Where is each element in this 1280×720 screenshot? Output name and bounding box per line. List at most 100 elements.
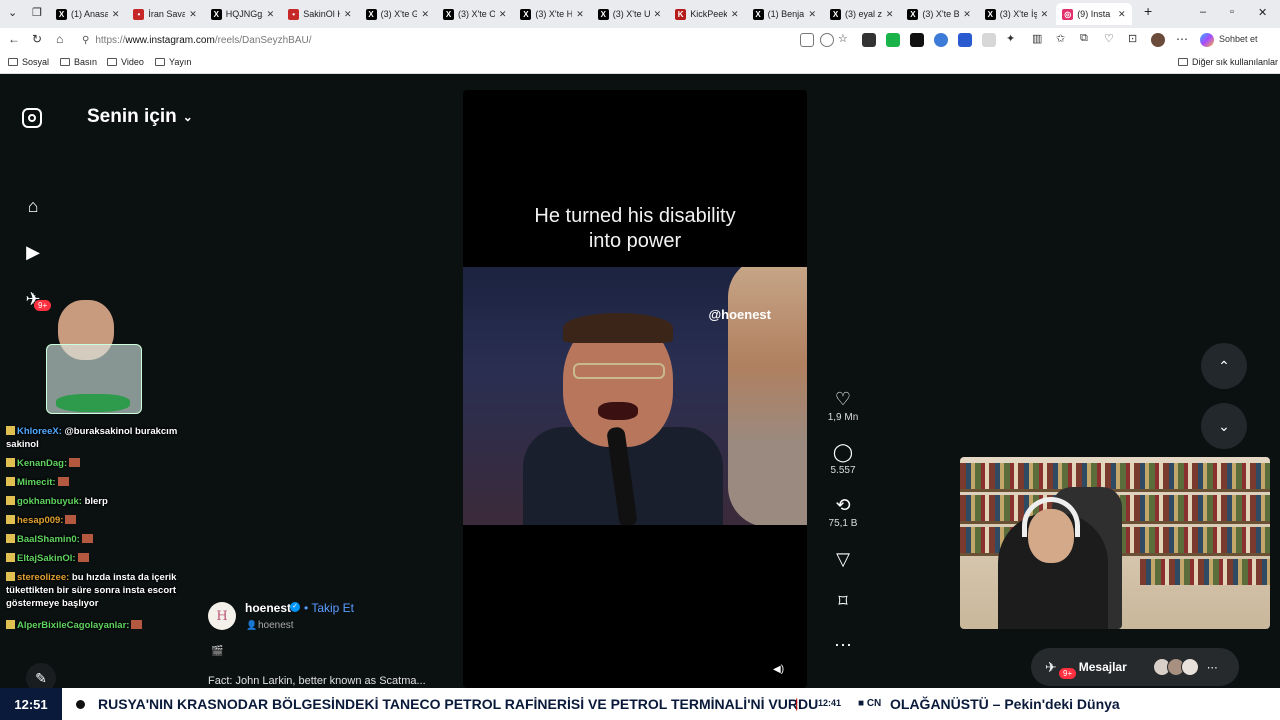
tab-title: (3) X'te İşl — [999, 9, 1037, 19]
url-prefix: https:// — [95, 34, 126, 46]
workspaces-icon[interactable]: ❐ — [32, 6, 42, 19]
browser-tab[interactable]: X(1) Benjam✕ — [747, 3, 822, 25]
close-tab-icon[interactable]: ✕ — [886, 9, 894, 20]
close-tab-icon[interactable]: ✕ — [963, 9, 971, 20]
url-field[interactable]: ⚲ https://www.instagram.com/reels/DanSey… — [76, 30, 856, 50]
tab-title: (1) Anasayfa — [71, 9, 108, 19]
extension-ext4-icon[interactable] — [934, 33, 948, 47]
chat-emote-icon — [77, 553, 89, 562]
browser-essentials-icon[interactable]: ♡ — [1104, 32, 1114, 45]
browser-tab[interactable]: X (3) eyal za ✕ — [824, 3, 899, 25]
like-button[interactable]: ♡ 1,9 Mn — [826, 388, 860, 423]
chat-emote-icon — [131, 620, 143, 629]
browser-tab[interactable]: X (3) X'te Ole ✕ — [437, 3, 512, 25]
chat-message: Mimecit: — [6, 476, 182, 489]
favorites-icon[interactable]: ✩ — [1056, 32, 1065, 45]
previous-reel-button[interactable]: ⌃ — [1201, 343, 1247, 389]
browser-tab[interactable]: X(3) X'te Gid✕ — [360, 3, 435, 25]
bookmark-label: Diğer sık kullanılanlar — [1192, 57, 1279, 67]
follow-button[interactable]: • Takip Et — [304, 601, 354, 615]
app-install-icon[interactable] — [800, 33, 814, 47]
chat-username: hesap009: — [17, 515, 64, 526]
split-screen-icon[interactable]: ▥ — [1032, 32, 1042, 45]
chat-badge-icon — [6, 572, 15, 581]
save-button[interactable]: ⌑ — [826, 590, 860, 612]
maximize-button[interactable]: ▫ — [1230, 6, 1234, 18]
chat-emote-icon — [65, 515, 77, 524]
home-icon[interactable]: ⌂ — [56, 32, 63, 46]
author-name[interactable]: hoenest — [245, 601, 291, 615]
bookmark-label: Video — [121, 57, 144, 67]
reel-video[interactable]: He turned his disability into power @hoe… — [463, 90, 807, 688]
comment-button[interactable]: ◯ 5.557 — [826, 441, 860, 476]
back-arrow-icon[interactable]: ← — [8, 32, 20, 46]
close-tab-icon[interactable]: ✕ — [499, 9, 507, 20]
minimize-button[interactable]: – — [1200, 6, 1206, 18]
tab-title: HQJNGgXf — [225, 9, 263, 19]
close-window-button[interactable]: ✕ — [1258, 6, 1267, 19]
messages-button[interactable]: ✈ 9+ Mesajlar ⋯ — [1031, 648, 1239, 686]
browser-tab[interactable]: X (1) Anasayfa ✕ — [50, 3, 125, 25]
close-tab-icon[interactable]: ✕ — [576, 9, 584, 20]
profile-avatar[interactable] — [1151, 33, 1165, 47]
volume-icon[interactable]: ◀) — [773, 664, 789, 680]
screenshot-icon[interactable]: ⊡ — [1128, 32, 1137, 45]
extension-ext3-icon[interactable] — [910, 33, 924, 47]
other-bookmarks-folder[interactable]: Diğer sık kullanılanlar — [1178, 57, 1278, 67]
close-tab-icon[interactable]: ✕ — [112, 9, 120, 20]
close-tab-icon[interactable]: ✕ — [1118, 9, 1126, 20]
reels-icon[interactable]: ▶ — [22, 241, 44, 263]
copilot-icon[interactable] — [1200, 33, 1214, 47]
browser-tab[interactable]: X(3) X'te Ben✕ — [901, 3, 976, 25]
favorite-star-icon[interactable]: ☆ — [838, 32, 848, 45]
repost-button[interactable]: ⟲ 75,1 B — [826, 494, 860, 529]
tab-title: (3) X'te His — [535, 9, 573, 19]
author-audio-label[interactable]: hoenest — [258, 620, 294, 631]
browser-tab[interactable]: X(3) X'te His✕ — [514, 3, 589, 25]
instagram-logo-icon[interactable] — [22, 108, 42, 128]
chat-message: EltajSakinOl: — [6, 552, 182, 565]
bookmark-folder-yayin[interactable]: Yayın — [155, 57, 191, 67]
extension-ext1-icon[interactable] — [862, 33, 876, 47]
more-options-button[interactable]: ⋯ — [826, 634, 860, 656]
zoom-icon[interactable] — [820, 33, 834, 47]
close-tab-icon[interactable]: ✕ — [731, 9, 739, 20]
feed-selector[interactable]: Senin için ⌄ — [87, 106, 193, 128]
bookmark-folder-sosyal[interactable]: Sosyal — [8, 57, 49, 67]
chat-username: gokhanbuyuk: — [17, 496, 82, 507]
close-tab-icon[interactable]: ✕ — [1041, 9, 1049, 20]
browser-tab[interactable]: X (3) X'te İşl ✕ — [979, 3, 1054, 25]
reel-description[interactable]: Fact: John Larkin, better known as Scatm… — [208, 675, 426, 687]
browser-tab[interactable]: ◎ (9) Insta ✕ — [1056, 3, 1132, 25]
close-tab-icon[interactable]: ✕ — [344, 9, 352, 20]
extension-ext6-icon[interactable] — [982, 33, 996, 47]
copilot-chat-label[interactable]: Sohbet et — [1219, 34, 1258, 44]
browser-tab[interactable]: XHQJNGgXf ✕ — [205, 3, 280, 25]
browser-tab[interactable]: KKickPeek -✕ — [669, 3, 744, 25]
extension-ext5-icon[interactable] — [958, 33, 972, 47]
close-tab-icon[interactable]: ✕ — [189, 9, 197, 20]
refresh-icon[interactable]: ↻ — [32, 32, 42, 46]
close-tab-icon[interactable]: ✕ — [267, 9, 275, 20]
home-icon[interactable]: ⌂ — [22, 195, 44, 217]
chat-message: gokhanbuyuk: blerp — [6, 495, 182, 508]
next-reel-button[interactable]: ⌄ — [1201, 403, 1247, 449]
collections-icon[interactable]: ⧉ — [1080, 32, 1088, 45]
new-tab-button[interactable]: + — [1144, 3, 1152, 19]
extensions-puzzle-icon[interactable]: ✦ — [1006, 32, 1015, 45]
folder-icon — [107, 58, 117, 66]
browser-tab[interactable]: X(3) X'te Usa ✕ — [592, 3, 667, 25]
author-avatar[interactable]: H — [208, 602, 236, 630]
bookmark-folder-video[interactable]: Video — [107, 57, 144, 67]
extension-ext2-icon[interactable] — [886, 33, 900, 47]
bookmark-folder-basin[interactable]: Basın — [60, 57, 97, 67]
close-tab-icon[interactable]: ✕ — [654, 9, 662, 20]
more-menu-icon[interactable]: ⋯ — [1176, 32, 1188, 46]
browser-tab[interactable]: •İran Savaşı✕ — [127, 3, 202, 25]
close-tab-icon[interactable]: ✕ — [808, 9, 816, 20]
tab-menu-chevron-icon[interactable]: ⌄ — [8, 6, 17, 19]
share-button[interactable]: ▽ — [826, 548, 860, 570]
browser-tab[interactable]: •SakinOl Ha ✕ — [282, 3, 357, 25]
site-info-icon[interactable]: ⚲ — [82, 35, 89, 46]
close-tab-icon[interactable]: ✕ — [421, 9, 429, 20]
